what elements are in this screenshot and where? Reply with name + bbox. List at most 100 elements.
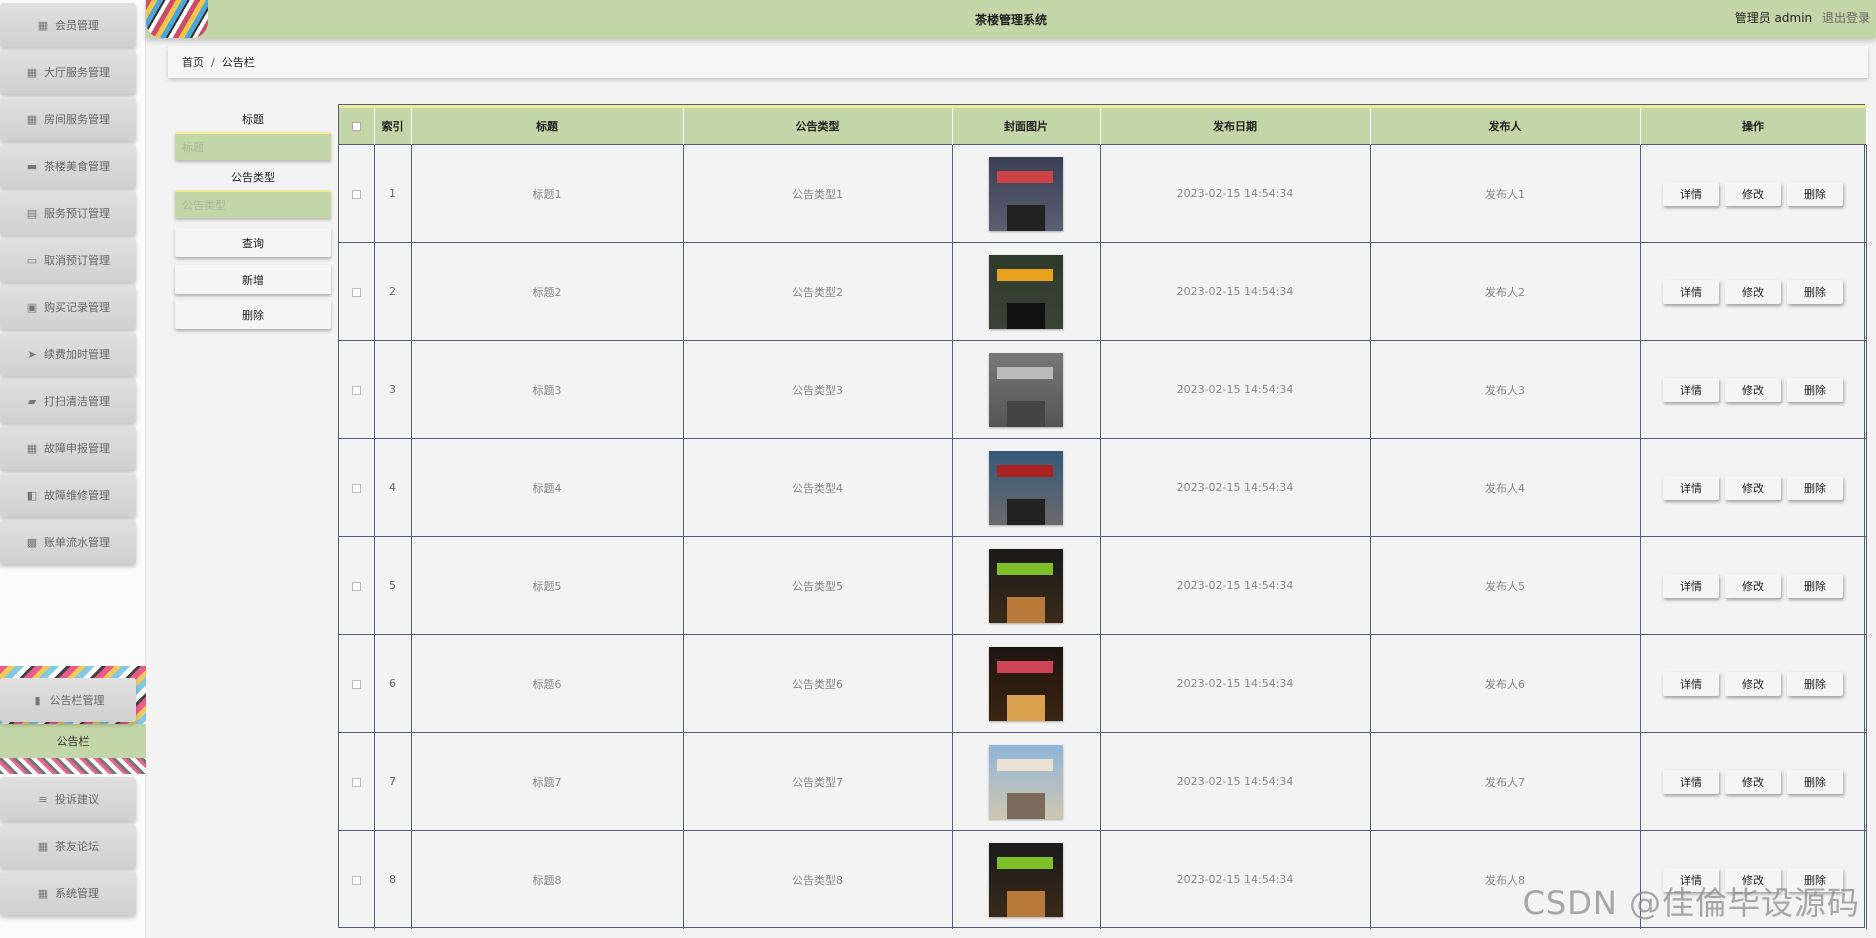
sidebar-item[interactable]: ▮ 公告栏管理 [0,678,136,722]
row-actions: 详情 修改 删除 [1640,634,1867,733]
breadcrumb-home[interactable]: 首页 [182,54,204,70]
edit-button[interactable]: 修改 [1725,279,1781,304]
row-actions: 详情 修改 删除 [1640,438,1867,537]
sidebar-item[interactable]: ▦ 故障申报管理 [0,426,136,470]
sidebar-decoration-strip [0,758,146,774]
batch-delete-button[interactable]: 删除 [175,300,331,329]
tools-icon: ◧ [26,488,38,502]
detail-button[interactable]: 详情 [1663,573,1719,598]
delete-button[interactable]: 删除 [1787,377,1843,402]
edit-button[interactable]: 修改 [1725,671,1781,696]
row-select-cell [339,144,375,243]
sidebar-item[interactable]: ◧ 故障维修管理 [0,473,136,517]
detail-button[interactable]: 详情 [1663,769,1719,794]
row-checkbox[interactable] [351,483,361,493]
cover-image [989,254,1063,329]
sidebar-item[interactable]: ➤ 续费加时管理 [0,332,136,376]
row-select-cell [339,242,375,341]
row-checkbox[interactable] [351,777,361,787]
chat-icon: ▬ [26,159,38,173]
cover-image [989,842,1063,917]
delete-button[interactable]: 删除 [1787,279,1843,304]
table-row[interactable]: 2 标题2 公告类型2 2023-02-15 14:54:34 发布人2 详情 修改 删除 [339,242,1867,341]
sidebar-item[interactable]: ▦ 会员管理 [0,3,136,47]
detail-button[interactable]: 详情 [1663,181,1719,206]
row-actions: 详情 修改 删除 [1640,242,1867,341]
sidebar-item-label: 取消预订管理 [44,254,110,267]
select-all-column [339,106,375,145]
type-filter-input[interactable] [175,190,331,218]
delete-button[interactable]: 删除 [1787,769,1843,794]
detail-button[interactable]: 详情 [1663,377,1719,402]
column-header: 发布人 [1370,106,1641,145]
sidebar-item[interactable]: ▣ 购买记录管理 [0,285,136,329]
sidebar-item[interactable]: ▦ 系统管理 [0,871,136,915]
sidebar-item[interactable]: ▰ 打扫清洁管理 [0,379,136,423]
user-name: 管理员 admin [1734,11,1813,25]
watermark: CSDN @佳倫毕设源码 [1522,884,1860,922]
notice-table: 索引 标题 公告类型 封面图片 发布日期 发布人 操作 1 标题1 公告类型1 202… [338,104,1867,929]
row-type: 公告类型1 [683,144,953,243]
add-button[interactable]: 新增 [175,265,331,294]
edit-button[interactable]: 修改 [1725,475,1781,500]
detail-button[interactable]: 详情 [1663,475,1719,500]
row-date: 2023-02-15 14:54:34 [1100,634,1371,733]
row-title: 标题2 [411,242,684,341]
row-checkbox[interactable] [351,581,361,591]
cover-image [989,156,1063,231]
row-publisher: 发布人7 [1370,732,1641,831]
row-checkbox[interactable] [351,385,361,395]
cover-image [989,744,1063,819]
table-row[interactable]: 6 标题6 公告类型6 2023-02-15 14:54:34 发布人6 详情 修改 删除 [339,634,1867,733]
edit-button[interactable]: 修改 [1725,769,1781,794]
title-filter-input[interactable] [175,132,331,160]
table-row[interactable]: 4 标题4 公告类型4 2023-02-15 14:54:34 发布人4 详情 修改 删除 [339,438,1867,537]
delete-button[interactable]: 删除 [1787,475,1843,500]
row-actions: 详情 修改 删除 [1640,732,1867,831]
row-title: 标题8 [411,830,684,929]
sidebar-item[interactable]: ▬ 茶楼美食管理 [0,144,136,188]
column-header: 公告类型 [683,106,953,145]
sidebar-item[interactable]: ≡ 投诉建议 [0,777,136,821]
sidebar-item[interactable]: ▦ 大厅服务管理 [0,50,136,94]
sidebar-item[interactable]: ▦ 茶友论坛 [0,824,136,868]
delete-button[interactable]: 删除 [1787,181,1843,206]
query-button[interactable]: 查询 [175,228,331,257]
row-index: 6 [374,634,412,733]
bar-chart-icon: ▮ [34,693,41,707]
sidebar-item[interactable]: ▦ 房间服务管理 [0,97,136,141]
sidebar-item[interactable]: ▭ 取消预订管理 [0,238,136,282]
edit-button[interactable]: 修改 [1725,181,1781,206]
sidebar-item[interactable]: ▩ 账单流水管理 [0,520,136,564]
row-checkbox[interactable] [351,287,361,297]
row-index: 8 [374,830,412,929]
detail-button[interactable]: 详情 [1663,671,1719,696]
row-index: 2 [374,242,412,341]
delete-button[interactable]: 删除 [1787,671,1843,696]
cover-image [989,450,1063,525]
edit-button[interactable]: 修改 [1725,377,1781,402]
grid-icon: ▦ [37,886,49,900]
row-checkbox[interactable] [351,679,361,689]
select-all-checkbox[interactable] [351,122,361,131]
row-title: 标题7 [411,732,684,831]
row-checkbox[interactable] [351,189,361,199]
cover-image [989,352,1063,427]
logout-link[interactable]: 退出登录 [1822,11,1870,25]
edit-button[interactable]: 修改 [1725,573,1781,598]
row-checkbox[interactable] [351,875,361,885]
sidebar-item[interactable]: ▤ 服务预订管理 [0,191,136,235]
sidebar-subitem-notice-board[interactable]: 公告栏 [0,724,146,758]
table-row[interactable]: 7 标题7 公告类型7 2023-02-15 14:54:34 发布人7 详情 修改 删除 [339,732,1867,831]
row-type: 公告类型3 [683,340,953,439]
detail-button[interactable]: 详情 [1663,279,1719,304]
table-row[interactable]: 1 标题1 公告类型1 2023-02-15 14:54:34 发布人1 详情 修改 删除 [339,144,1867,243]
table-header-row: 索引 标题 公告类型 封面图片 发布日期 发布人 操作 [339,106,1867,145]
row-publisher: 发布人3 [1370,340,1641,439]
row-cover-cell [952,732,1101,831]
delete-button[interactable]: 删除 [1787,573,1843,598]
send-icon: ➤ [27,347,37,361]
search-panel: 标题 公告类型 查询 新增 删除 [175,108,331,329]
table-row[interactable]: 5 标题5 公告类型5 2023-02-15 14:54:34 发布人5 详情 修改 删除 [339,536,1867,635]
table-row[interactable]: 3 标题3 公告类型3 2023-02-15 14:54:34 发布人3 详情 修改 删除 [339,340,1867,439]
